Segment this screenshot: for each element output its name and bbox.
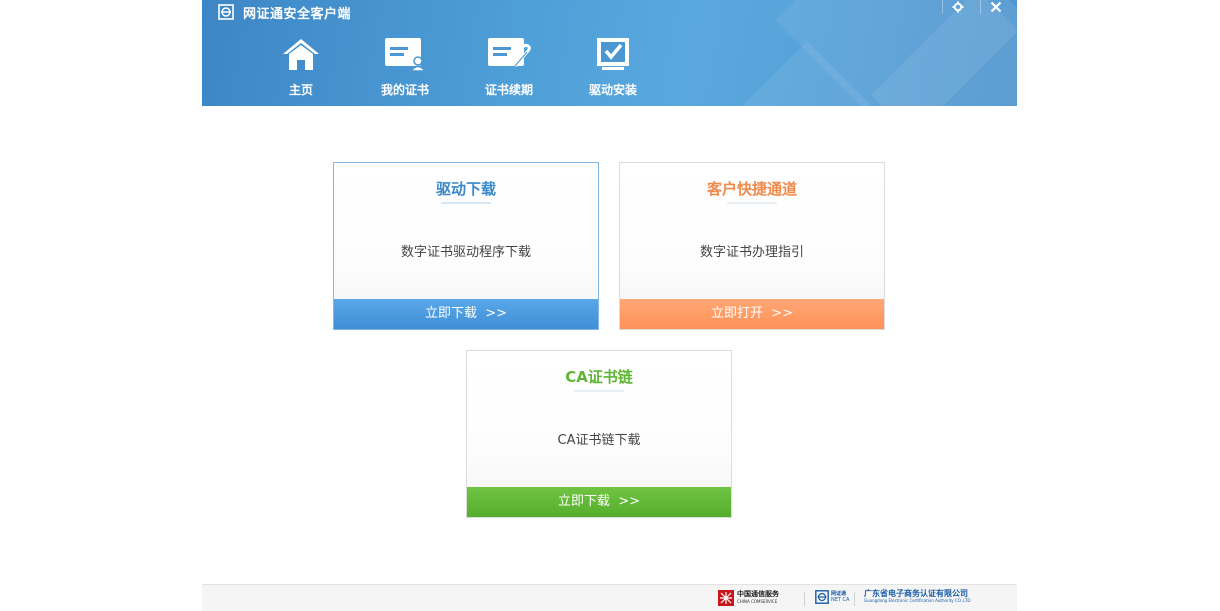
netca-footer-subtext: NET CA — [831, 597, 850, 603]
nav-home-label: 主页 — [288, 83, 313, 97]
footer-bar: 中国通信服务 CHINA COMSERVICE 网证通 NET CA 广东省电子… — [202, 584, 1017, 611]
footer-divider — [854, 592, 855, 606]
title-underline — [574, 390, 624, 392]
close-icon — [990, 1, 1002, 13]
china-comservice-text: 中国通信服务 — [737, 590, 779, 598]
card-title: CA证书链 — [565, 368, 633, 386]
download-driver-button[interactable]: 立即下载 >> — [334, 299, 598, 329]
card-description: CA证书链下载 — [557, 433, 641, 448]
certificate-user-icon — [385, 38, 427, 72]
nav-certificate-renewal[interactable]: 证书续期 — [469, 36, 549, 102]
footer-divider — [804, 592, 805, 606]
netca-logo-icon — [815, 590, 829, 604]
nav-home[interactable]: 主页 — [261, 36, 341, 102]
netca-footer-logo: 网证通 NET CA — [815, 590, 849, 604]
title-bar: 网证通安全客户端 — [218, 2, 351, 22]
title-underline — [727, 202, 777, 204]
card-description: 数字证书办理指引 — [699, 245, 804, 260]
china-comservice-logo-icon — [718, 590, 734, 606]
client-window: 网证通安全客户端 主页 我的证书 证书续期 驱动安装 驱动下载 数字证书驱动程序… — [202, 0, 1017, 611]
gear-icon — [952, 1, 964, 13]
card-description: 数字证书驱动程序下载 — [400, 245, 531, 260]
gdca-subtext: Guangdong Electronic Certification Autho… — [864, 598, 971, 603]
card-title: 客户快捷通道 — [706, 180, 797, 198]
title-underline — [441, 202, 491, 204]
gdca-logo: 广东省电子商务认证有限公司 Guangdong Electronic Certi… — [864, 590, 970, 604]
ca-chain-card: CA证书链 CA证书链下载 立即下载 >> — [466, 350, 732, 518]
checkbox-install-icon — [597, 38, 629, 70]
china-comservice-subtext: CHINA COMSERVICE — [737, 599, 778, 604]
nav-my-certificate[interactable]: 我的证书 — [365, 36, 445, 102]
nav-driver-install-label: 驱动安装 — [588, 83, 637, 97]
nav-certificate-renewal-label: 证书续期 — [484, 83, 533, 97]
download-ca-chain-button[interactable]: 立即下载 >> — [467, 487, 731, 517]
open-channel-button[interactable]: 立即打开 >> — [620, 299, 884, 329]
window-title: 网证通安全客户端 — [243, 6, 352, 22]
card-title: 驱动下载 — [435, 180, 496, 198]
nav-driver-install[interactable]: 驱动安装 — [573, 36, 653, 102]
driver-download-card: 驱动下载 数字证书驱动程序下载 立即下载 >> — [333, 162, 599, 330]
china-comservice-logo: 中国通信服务 CHINA COMSERVICE — [718, 590, 779, 606]
nav-my-certificate-label: 我的证书 — [380, 83, 429, 97]
settings-button[interactable] — [942, 0, 973, 14]
gdca-text: 广东省电子商务认证有限公司 — [864, 589, 968, 598]
close-button[interactable] — [980, 0, 1011, 14]
certificate-renew-icon — [488, 38, 531, 67]
netca-logo-icon — [218, 4, 234, 20]
customer-channel-card: 客户快捷通道 数字证书办理指引 立即打开 >> — [619, 162, 885, 330]
home-icon — [283, 39, 319, 70]
header-bar: 网证通安全客户端 主页 我的证书 证书续期 驱动安装 — [202, 0, 1017, 106]
